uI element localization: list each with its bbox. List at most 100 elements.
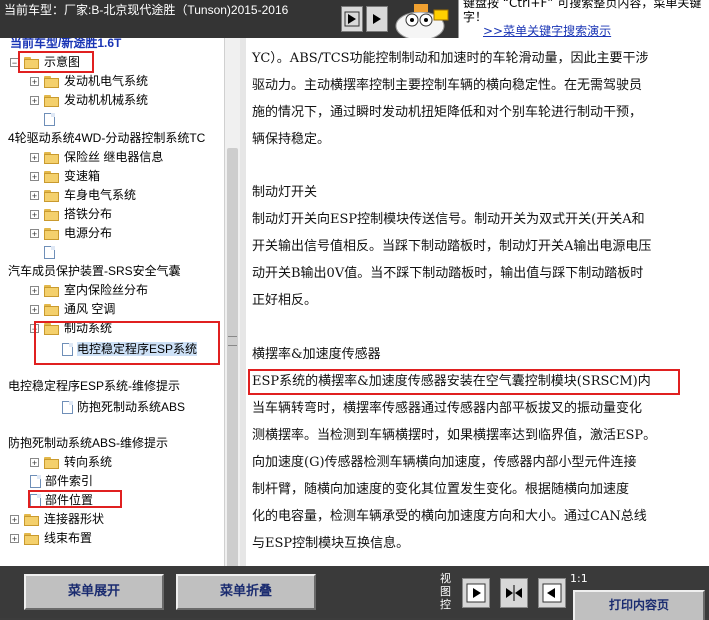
document-icon [30, 475, 41, 489]
menu-collapse-button[interactable]: 菜单折叠 [176, 574, 316, 610]
document-icon [44, 113, 55, 127]
highlight-box-sensor-location [248, 369, 680, 395]
folder-icon [44, 189, 60, 202]
view-right-button[interactable] [538, 578, 566, 608]
expand-icon[interactable]: + [30, 77, 39, 87]
tree-scrollbar[interactable] [224, 38, 240, 588]
search-tip-text: 键盘按 “Ctrl+F” 可搜索整页内容，菜单关键字！ [463, 0, 702, 24]
zoom-ratio: 1:1 [570, 572, 588, 585]
tree-scrollbar-thumb[interactable] [227, 148, 238, 588]
tree-item-fuse-relay[interactable]: + 保险丝 继电器信息 [30, 148, 163, 167]
section-heading-brake-light-switch: 制动灯开关 [252, 185, 318, 200]
highlight-box-diagram [18, 51, 94, 73]
tree-item-hvac[interactable]: + 通风 空调 [30, 300, 115, 319]
tree-item-power[interactable]: + 电源分布 [30, 224, 112, 243]
highlight-box-component-location [28, 490, 122, 508]
tree-item-label: 线束布置 [44, 531, 93, 545]
menu-expand-button[interactable]: 菜单展开 [24, 574, 164, 610]
expand-icon[interactable]: + [30, 305, 39, 315]
view-split-button[interactable] [500, 578, 528, 608]
bottom-toolbar: 菜单展开 菜单折叠 视图控 1:1 打印内容页 [0, 566, 709, 620]
tree-item-label: 变速箱 [64, 169, 101, 183]
tree-item-label: 部件索引 [45, 474, 94, 488]
mascot-image [384, 0, 456, 41]
document-icon [62, 401, 73, 415]
content-line: 制动灯开关向ESP控制模块传送信号。制动开关为双式开关(开关A和 [252, 212, 645, 227]
tree-item-label: 防抱死制动系统ABS [77, 400, 186, 414]
tree-item-harness-layout[interactable]: + 线束布置 [10, 529, 92, 548]
expand-icon[interactable]: + [10, 515, 19, 525]
folder-icon [24, 513, 40, 526]
tree-item-esp-service-tips[interactable]: 电控稳定程序ESP系统-维修提示 [8, 377, 180, 396]
content-line: 开关输出信号值相反。当踩下制动踏板时，制动灯开关A输出电源电压 [252, 239, 652, 254]
expand-icon[interactable]: + [30, 458, 39, 468]
content-line: 与ESP控制模块互换信息。 [252, 536, 410, 551]
current-vehicle-label: 当前车型：厂家:B-北京现代途胜（Tunson)2015-2016 [4, 3, 289, 17]
arrow-right-icon [466, 583, 486, 603]
folder-icon [44, 227, 60, 240]
folder-icon [44, 151, 60, 164]
tree-item-abs-service-tips[interactable]: 防抱死制动系统ABS-维修提示 [8, 434, 168, 453]
content-line: 正好相反。 [252, 293, 318, 308]
content-line: 制杆臂，随横向加速度的变化其位置发生变化。根据随横向加速度 [252, 482, 630, 497]
tree-item-ground[interactable]: + 搭铁分布 [30, 205, 112, 224]
tree-item-engine-mechanical[interactable]: + 发动机机械系统 [30, 91, 148, 110]
view-left-button[interactable] [462, 578, 490, 608]
tree-item-label: 连接器形状 [44, 512, 105, 526]
tree-item-4wd[interactable]: 4轮驱动系统4WD-分动器控制系统TC [8, 129, 205, 148]
expand-icon[interactable]: + [30, 96, 39, 106]
document-icon [44, 246, 55, 260]
expand-icon[interactable]: + [30, 229, 39, 239]
folder-icon [44, 170, 60, 183]
content-line: 施的情况下，通过瞬时发动机扭矩降低和对个别车轮进行制动干预， [252, 105, 643, 120]
view-control-label: 视图控 [440, 572, 451, 611]
tree-item-abs[interactable]: 防抱死制动系统ABS [62, 398, 185, 417]
menu-tree: 当前车型/新途胜1.6T − 示意图 + 发动机电气系统 + 发动机机械系统 4轮驱动… [0, 38, 240, 566]
expand-icon[interactable]: + [30, 210, 39, 220]
arrow-left-icon [542, 583, 562, 603]
tree-item-connector-shape[interactable]: + 连接器形状 [10, 510, 104, 529]
tree-item-engine-electrical[interactable]: + 发动机电气系统 [30, 72, 148, 91]
tree-item-interior-fuse[interactable]: + 室内保险丝分布 [30, 281, 148, 300]
tree-item-label: 搭铁分布 [64, 207, 113, 221]
grip-icon [228, 336, 237, 346]
tree-item-srs[interactable]: 汽车成员保护装置-SRS安全气囊 [8, 262, 181, 281]
content-line: 动开关B输出0V值。当不踩下制动踏板时，输出值与踩下制动踏板时 [252, 266, 644, 281]
tree-item-label: 室内保险丝分布 [64, 283, 149, 297]
nav-back-button[interactable] [341, 6, 363, 32]
content-line: 向加速度(G)传感器检测车辆横向加速度，传感器内部小型元件连接 [252, 455, 637, 470]
search-tip-panel: 键盘按 “Ctrl+F” 可搜索整页内容，菜单关键字！ >>菜单关键字搜索演示 [458, 0, 709, 38]
tree-item-label: 转向系统 [64, 455, 113, 469]
expand-icon[interactable]: + [30, 286, 39, 296]
content-line: 化的电容量，检测车辆承受的横向加速度方向和大小。通过CAN总线 [252, 509, 647, 524]
play-icon [344, 11, 360, 27]
tree-item-transmission[interactable]: + 变速箱 [30, 167, 100, 186]
content-line: YC）。ABS/TCS功能控制制动和加速时的车轮滑动量，因此主要干涉 [252, 51, 649, 66]
tree-item-label: 保险丝 继电器信息 [64, 150, 164, 164]
expand-icon[interactable]: + [10, 534, 19, 544]
folder-icon [44, 303, 60, 316]
search-demo-link[interactable]: >>菜单关键字搜索演示 [483, 22, 611, 39]
folder-icon [44, 75, 60, 88]
print-page-button[interactable]: 打印内容页 [573, 590, 705, 620]
tree-item-doc[interactable] [44, 243, 59, 262]
top-bar: 当前车型：厂家:B-北京现代途胜（Tunson)2015-2016 键盘按 “C… [0, 0, 709, 41]
tree-item-label: 车身电气系统 [64, 188, 137, 202]
tree-item-label: 通风 空调 [64, 302, 116, 316]
tree-item-doc[interactable] [44, 110, 59, 129]
folder-icon [44, 456, 60, 469]
expand-icon[interactable]: + [30, 153, 39, 163]
highlight-box-esp-system [34, 321, 220, 365]
folder-icon [24, 532, 40, 545]
tree-item-component-index[interactable]: 部件索引 [30, 472, 93, 491]
expand-icon[interactable]: + [30, 191, 39, 201]
tree-item-label: 发动机电气系统 [64, 74, 149, 88]
tree-item-steering[interactable]: + 转向系统 [30, 453, 112, 472]
tree-item-label: 电源分布 [64, 226, 113, 240]
mascot-icon [395, 4, 449, 41]
tree-item-label: 发动机机械系统 [64, 93, 149, 107]
folder-icon [44, 94, 60, 107]
content-line: 测横摆率。当检测到车辆横摆时，如果横摆率达到临界值，激活ESP。 [252, 428, 657, 443]
tree-item-body-electrical[interactable]: + 车身电气系统 [30, 186, 136, 205]
expand-icon[interactable]: + [30, 172, 39, 182]
